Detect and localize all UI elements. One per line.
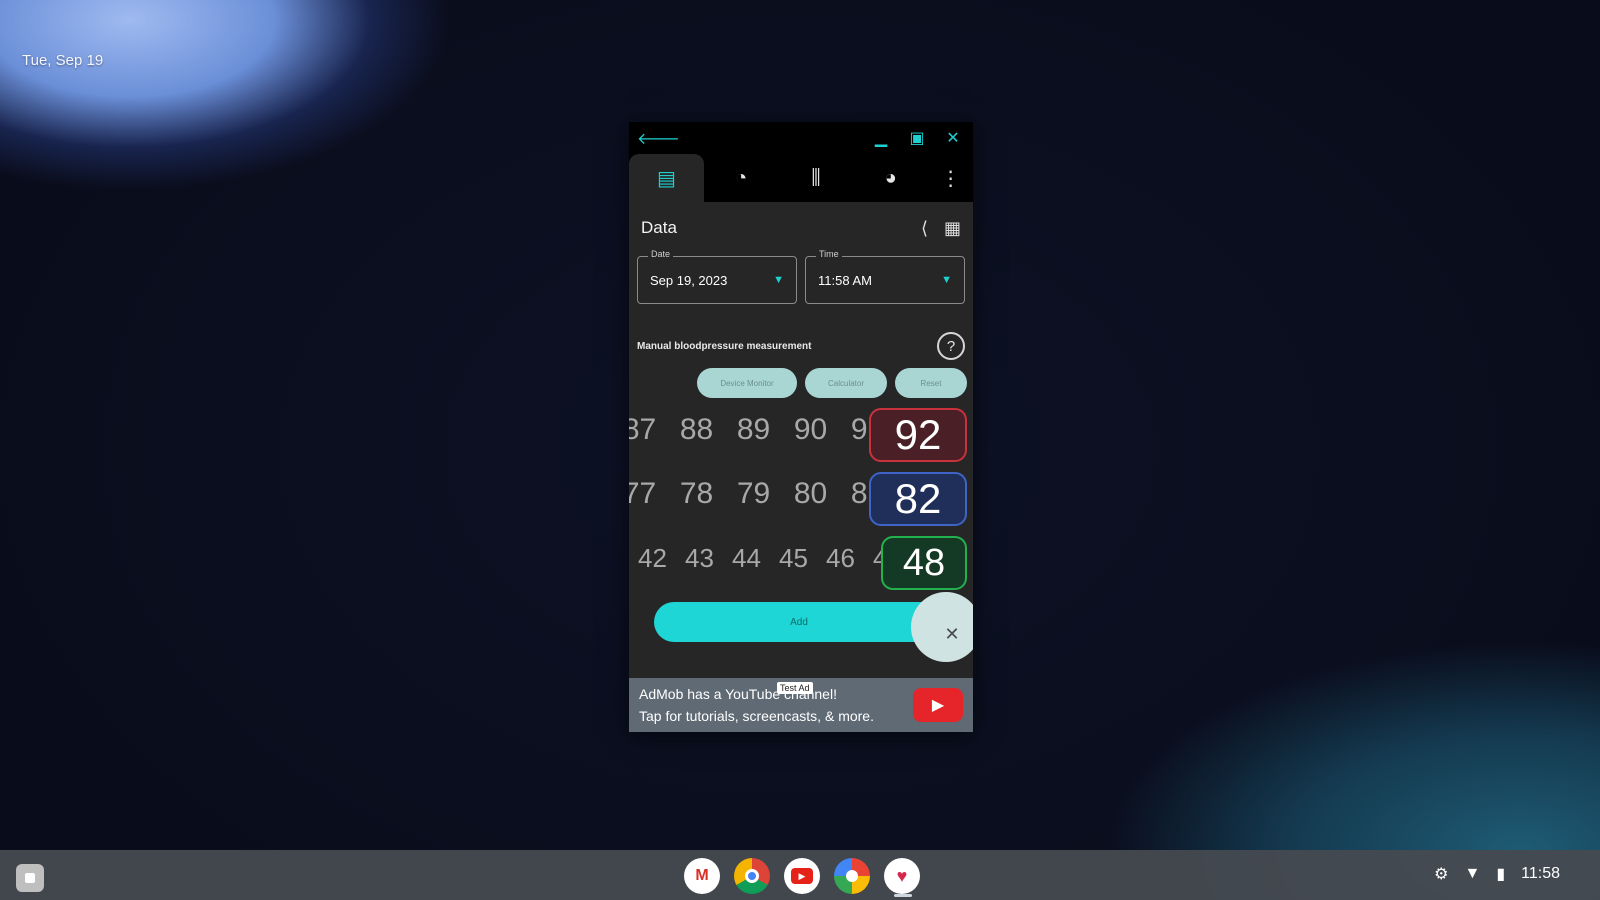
shelf: M ▶ ♥ ⚙ ▼ ▮ 11:58: [0, 850, 1600, 900]
chip-device-monitor[interactable]: Device Monitor: [697, 368, 797, 398]
maximize-icon[interactable]: ▣: [905, 128, 929, 148]
date-time-pickers: Date Sep 19, 2023 ▼ Time 11:58 AM ▼: [629, 249, 973, 304]
systolic-option[interactable]: 89: [725, 413, 782, 447]
battery-icon: ▮: [1496, 866, 1506, 883]
add-area: Add ✕: [629, 592, 973, 662]
pulse-option[interactable]: 44: [723, 543, 770, 574]
tab-chart[interactable]: ⫼: [779, 154, 854, 202]
dismiss-ad-button[interactable]: ✕: [911, 592, 973, 662]
systolic-option[interactable]: 90: [782, 413, 839, 447]
chevron-down-icon: ▼: [941, 274, 952, 286]
chrome-icon[interactable]: [734, 858, 770, 894]
minimize-icon[interactable]: ▁: [869, 128, 893, 148]
diastolic-option[interactable]: 77: [629, 477, 668, 511]
date-picker[interactable]: Date Sep 19, 2023 ▼: [637, 249, 797, 304]
ad-banner[interactable]: Test Ad AdMob has a YouTube channel! Tap…: [629, 678, 973, 732]
tab-stats[interactable]: ◕: [853, 154, 928, 202]
gauge-icon: ◔: [735, 166, 748, 189]
app-window: 🡐 ▁ ▣ ✕ ▤ ◔ ⫼ ◕ ⋮ Data ⟨ ▦ Date Sep 19, …: [629, 122, 973, 732]
pulse-selected[interactable]: 48: [881, 536, 967, 590]
ad-text: AdMob has a YouTube channel! Tap for tut…: [639, 683, 913, 727]
diastolic-picker[interactable]: 77 78 79 80 81 82: [629, 462, 973, 526]
chevron-down-icon: ▼: [773, 274, 784, 286]
pie-icon: ◕: [884, 166, 897, 189]
chip-calculator[interactable]: Calculator: [805, 368, 887, 398]
help-icon[interactable]: ?: [937, 332, 965, 360]
page-title: Data: [641, 218, 677, 237]
systolic-picker[interactable]: 87 88 89 90 91 92: [629, 398, 973, 462]
grid-icon[interactable]: ▦: [944, 218, 961, 239]
systolic-option[interactable]: 87: [629, 413, 668, 447]
systolic-option[interactable]: 88: [668, 413, 725, 447]
data-header: Data ⟨ ▦: [629, 202, 973, 254]
tab-bar: ▤ ◔ ⫼ ◕ ⋮: [629, 154, 973, 202]
pulse-option[interactable]: 42: [629, 543, 676, 574]
diastolic-option[interactable]: 79: [725, 477, 782, 511]
desktop-date: Tue, Sep 19: [22, 52, 104, 69]
close-icon[interactable]: ✕: [941, 128, 965, 148]
manual-measurement-label: Manual bloodpressure measurement: [637, 340, 812, 352]
close-icon: ✕: [944, 623, 960, 644]
launcher-button[interactable]: [16, 864, 44, 892]
systolic-selected[interactable]: 92: [869, 408, 967, 462]
action-chips: Device Monitor Calculator Reset: [629, 368, 973, 398]
diastolic-selected[interactable]: 82: [869, 472, 967, 526]
share-icon[interactable]: ⟨: [921, 218, 928, 239]
date-value: Sep 19, 2023: [650, 272, 728, 288]
youtube-play-icon[interactable]: ▶: [913, 688, 963, 722]
ad-line-1: AdMob has a YouTube channel!: [639, 686, 837, 702]
diastolic-option[interactable]: 80: [782, 477, 839, 511]
pulse-option[interactable]: 46: [817, 543, 864, 574]
youtube-icon[interactable]: ▶: [784, 858, 820, 894]
pulse-picker[interactable]: 42 43 44 45 46 47 48: [629, 526, 973, 590]
chart-icon: ⫼: [811, 166, 821, 189]
back-icon[interactable]: 🡐: [637, 128, 680, 149]
list-icon: ▤: [656, 167, 676, 190]
tab-data[interactable]: ▤: [629, 154, 704, 202]
time-value: 11:58 AM: [818, 272, 872, 288]
clock: 11:58: [1521, 865, 1560, 882]
diastolic-option[interactable]: 78: [668, 477, 725, 511]
settings-icon: ⚙: [1434, 866, 1449, 883]
photos-icon[interactable]: [834, 858, 870, 894]
launcher-icon: [25, 873, 35, 883]
window-titlebar: 🡐 ▁ ▣ ✕: [629, 122, 973, 154]
blood-pressure-app-icon[interactable]: ♥: [884, 858, 920, 894]
pulse-option[interactable]: 43: [676, 543, 723, 574]
ad-line-2: Tap for tutorials, screencasts, & more.: [639, 708, 874, 724]
tab-measure[interactable]: ◔: [704, 154, 779, 202]
time-picker[interactable]: Time 11:58 AM ▼: [805, 249, 965, 304]
manual-row: Manual bloodpressure measurement ?: [629, 332, 973, 360]
chip-reset[interactable]: Reset: [895, 368, 967, 398]
more-icon: ⋮: [940, 167, 961, 190]
add-button[interactable]: Add: [654, 602, 944, 642]
wifi-icon: ▼: [1464, 865, 1481, 882]
more-menu[interactable]: ⋮: [928, 154, 973, 202]
active-app-indicator: [894, 894, 912, 897]
test-ad-badge: Test Ad: [777, 682, 813, 694]
gmail-icon[interactable]: M: [684, 858, 720, 894]
pulse-option[interactable]: 45: [770, 543, 817, 574]
status-tray[interactable]: ⚙ ▼ ▮ 11:58: [1434, 864, 1560, 884]
time-label: Time: [816, 249, 842, 259]
date-label: Date: [648, 249, 674, 259]
pinned-apps: M ▶ ♥: [684, 858, 920, 894]
